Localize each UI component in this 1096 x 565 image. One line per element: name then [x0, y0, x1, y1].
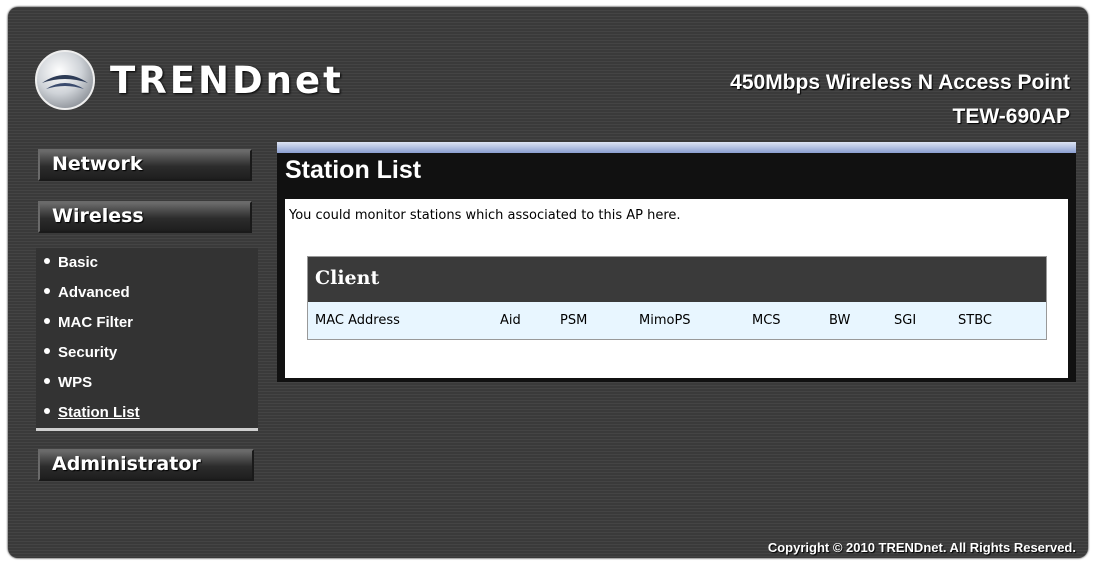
product-title: 450Mbps Wireless N Access Point [730, 71, 1070, 94]
menu-wireless-button[interactable]: Wireless [38, 201, 252, 233]
panel-body: You could monitor stations which associa… [285, 199, 1068, 378]
copyright-text: Copyright © 2010 TRENDnet. All Rights Re… [767, 540, 1076, 555]
client-table-header-row: MAC Address Aid PSM MimoPS MCS BW SGI ST… [308, 302, 1046, 339]
submenu-item-basic[interactable]: Basic [36, 252, 258, 282]
submenu-item-label: MAC Filter [58, 314, 133, 331]
submenu-item-label: Station List [58, 404, 140, 421]
client-table-title: Client [308, 257, 1046, 302]
page-description: You could monitor stations which associa… [289, 208, 681, 223]
bullet-icon [44, 348, 50, 355]
bullet-icon [44, 318, 50, 325]
menu-network-button[interactable]: Network [38, 149, 252, 181]
submenu-item-label: Basic [58, 254, 99, 271]
column-header-bw: BW [829, 313, 851, 328]
submenu-item-advanced[interactable]: Advanced [36, 282, 258, 312]
submenu-item-label: WPS [58, 374, 93, 391]
column-header-aid: Aid [500, 313, 521, 328]
bullet-icon [44, 288, 50, 295]
app-frame: TRENDnet 450Mbps Wireless N Access Point… [8, 7, 1088, 558]
column-header-mimops: MimoPS [639, 313, 691, 328]
column-header-psm: PSM [560, 313, 588, 328]
submenu-item-station-list[interactable]: Station List [36, 402, 258, 432]
submenu-item-mac-filter[interactable]: MAC Filter [36, 312, 258, 342]
panel-top-bar [277, 142, 1076, 153]
column-header-sgi: SGI [894, 313, 917, 328]
wireless-submenu: Basic Advanced MAC Filter Security WPS S… [36, 248, 258, 431]
main-panel: Station List You could monitor stations … [277, 142, 1076, 382]
column-header-mac-address: MAC Address [315, 313, 400, 328]
bullet-icon [44, 378, 50, 385]
bullet-icon [44, 408, 50, 415]
globe-logo-icon [35, 50, 95, 110]
page-title: Station List [285, 156, 422, 184]
submenu-item-label: Advanced [58, 284, 130, 301]
client-table: Client MAC Address Aid PSM MimoPS MCS BW… [307, 256, 1047, 340]
submenu-item-wps[interactable]: WPS [36, 372, 258, 402]
model-name: TEW-690AP [952, 105, 1070, 128]
submenu-item-security[interactable]: Security [36, 342, 258, 372]
column-header-stbc: STBC [958, 313, 992, 328]
brand-name: TRENDnet [110, 59, 344, 102]
submenu-item-label: Security [58, 344, 118, 361]
bullet-icon [44, 258, 50, 265]
column-header-mcs: MCS [752, 313, 781, 328]
menu-administrator-button[interactable]: Administrator [38, 449, 254, 481]
